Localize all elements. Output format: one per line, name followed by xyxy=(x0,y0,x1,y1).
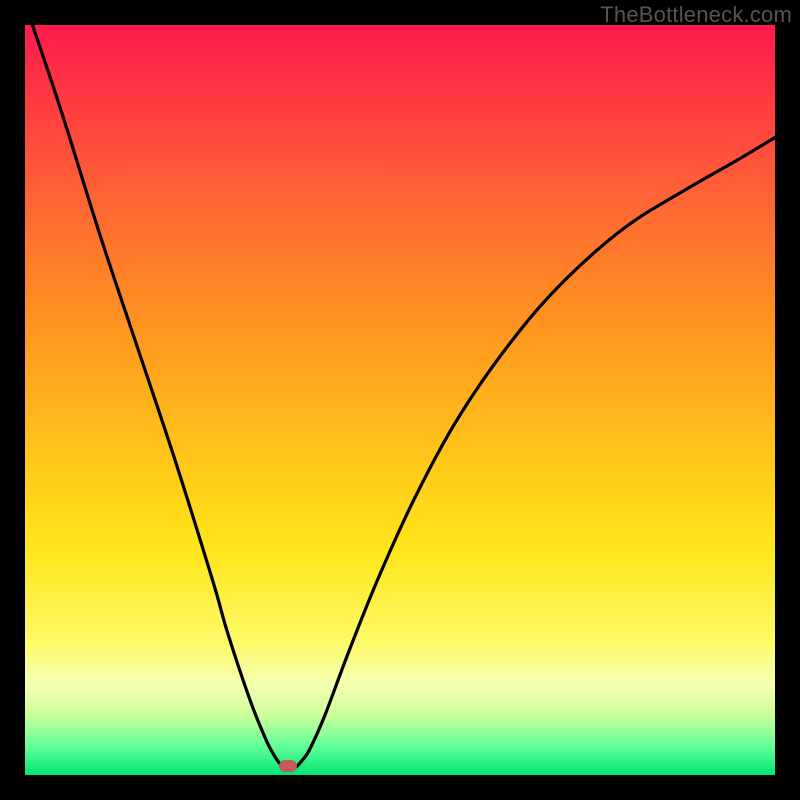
bottleneck-curve xyxy=(33,25,776,768)
optimum-marker xyxy=(279,760,297,772)
plot-area xyxy=(25,25,775,775)
curve-svg xyxy=(25,25,775,775)
